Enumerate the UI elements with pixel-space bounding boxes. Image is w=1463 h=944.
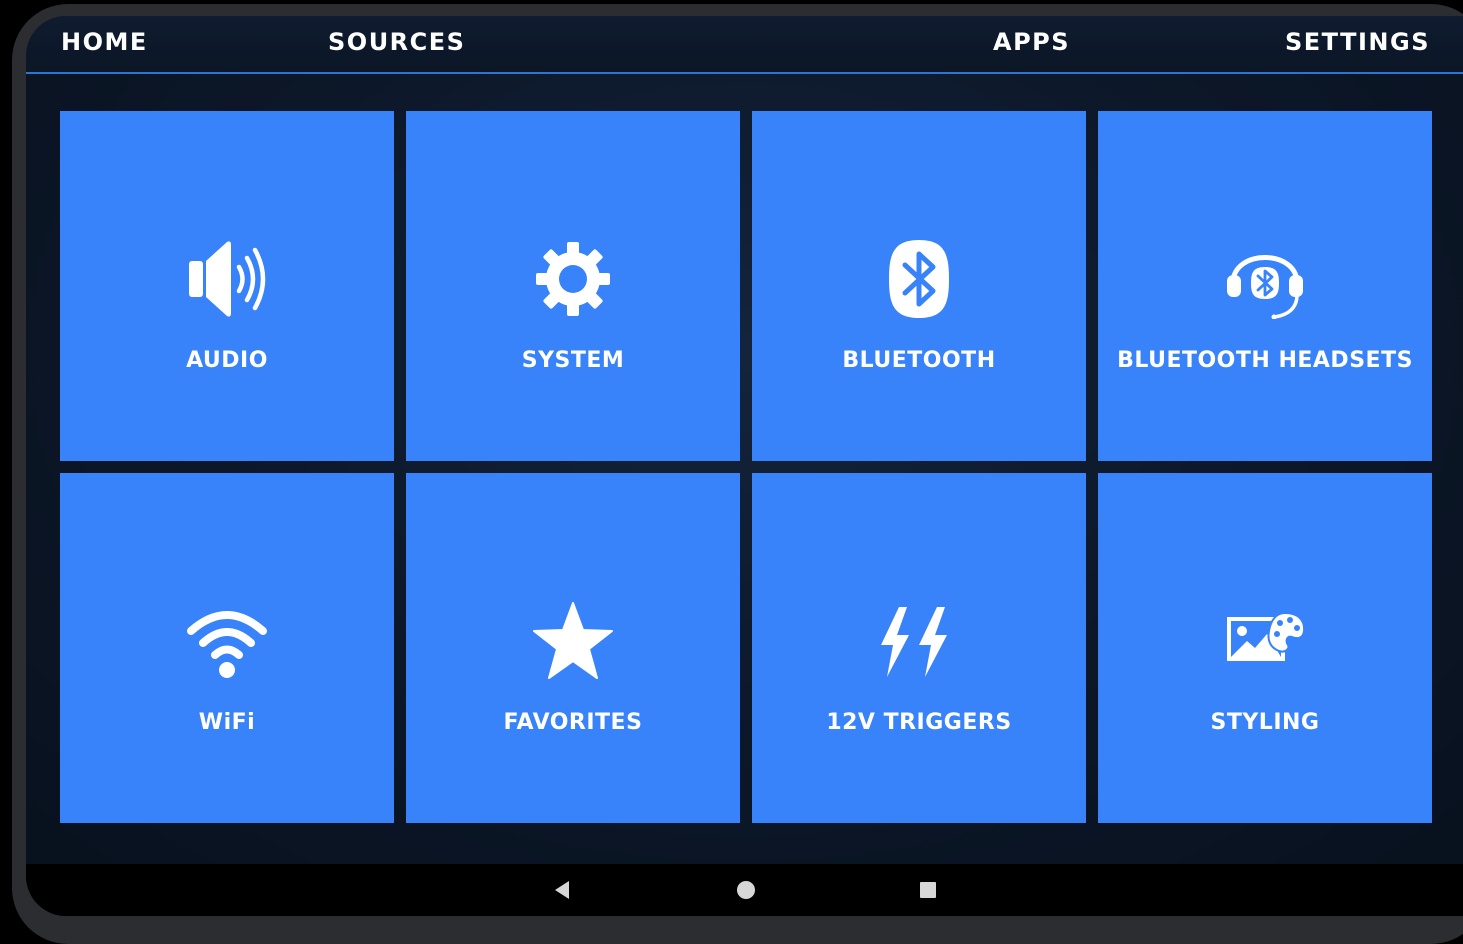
home-icon[interactable]: [732, 876, 760, 904]
tile-favorites[interactable]: FAVORITES: [406, 473, 740, 823]
back-icon[interactable]: [550, 876, 578, 904]
system-nav-bar: [26, 864, 1463, 916]
tile-styling[interactable]: STYLING: [1098, 473, 1432, 823]
tile-label: STYLING: [1210, 710, 1320, 735]
tile-label: AUDIO: [186, 348, 268, 373]
tile-label: BLUETOOTH HEADSETS: [1117, 348, 1413, 373]
tile-wifi[interactable]: WiFi: [60, 473, 394, 823]
bluetooth-icon: [889, 240, 949, 318]
image-palette-icon: [1227, 611, 1305, 661]
gear-icon: [536, 242, 610, 316]
tile-system[interactable]: SYSTEM: [406, 111, 740, 461]
top-nav: HOME SOURCES APPS SETTINGS: [26, 16, 1463, 74]
tile-audio[interactable]: AUDIO: [60, 111, 394, 461]
tile-bluetooth[interactable]: BLUETOOTH: [752, 111, 1086, 461]
nav-sources[interactable]: SOURCES: [328, 28, 465, 56]
tile-label: WiFi: [198, 710, 256, 735]
tile-12v-triggers[interactable]: 12V TRIGGERS: [752, 473, 1086, 823]
nav-home[interactable]: HOME: [61, 28, 148, 56]
tile-label: 12V TRIGGERS: [826, 710, 1012, 735]
lightning-icon: [881, 607, 947, 677]
tile-bluetooth-headsets[interactable]: BLUETOOTH HEADSETS: [1098, 111, 1432, 461]
nav-settings[interactable]: SETTINGS: [1285, 28, 1430, 56]
star-icon: [533, 602, 613, 679]
screen: HOME SOURCES APPS SETTINGS AUDIO SYSTEM …: [26, 16, 1463, 916]
tile-label: SYSTEM: [521, 348, 625, 373]
tile-label: FAVORITES: [503, 710, 643, 735]
speaker-icon: [189, 241, 266, 317]
settings-grid: AUDIO SYSTEM BLUETOOTH BLUETOOTH HEADSET…: [26, 74, 1463, 907]
wifi-icon: [187, 611, 267, 678]
nav-apps[interactable]: APPS: [993, 28, 1070, 56]
tile-label: BLUETOOTH: [842, 348, 996, 373]
recents-icon[interactable]: [914, 876, 942, 904]
headset-icon: [1227, 255, 1303, 319]
